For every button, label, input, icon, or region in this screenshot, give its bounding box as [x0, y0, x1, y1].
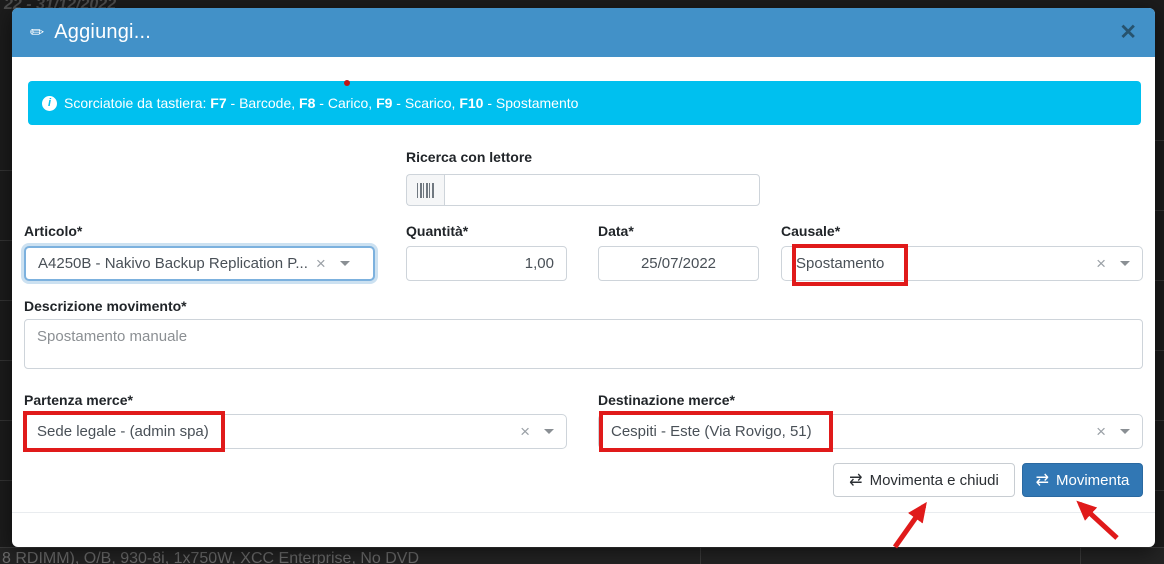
swap-arrows-icon: ⇄ — [1036, 470, 1049, 490]
partenza-value: Sede legale - (admin spa) — [37, 423, 209, 440]
shortcut-key: F7 — [210, 95, 226, 111]
keyboard-shortcuts-banner: i Scorciatoie da tastiera: F7 - Barcode,… — [28, 81, 1141, 125]
barcode-search-input[interactable] — [444, 174, 760, 206]
clear-icon[interactable]: × — [520, 423, 530, 440]
chevron-down-icon — [1120, 429, 1130, 434]
barcode-search-group — [406, 174, 760, 206]
descrizione-label: Descrizione movimento* — [24, 298, 187, 314]
background-row-text: 8 RDIMM), O/B, 930-8i, 1x750W, XCC Enter… — [2, 550, 419, 564]
barcode-search-label: Ricerca con lettore — [406, 149, 532, 165]
shortcut-label: Barcode, — [239, 95, 299, 111]
chevron-down-icon — [1120, 261, 1130, 266]
info-icon: i — [42, 96, 57, 111]
causale-value: Spostamento — [796, 255, 884, 272]
movimenta-e-chiudi-button[interactable]: ⇄ Movimenta e chiudi — [833, 463, 1015, 497]
add-movement-modal: ✏ Aggiungi... ✕ i Scorciatoie da tastier… — [12, 8, 1155, 547]
pencil-icon: ✏ — [30, 23, 44, 43]
shortcut-label: Spostamento — [496, 95, 579, 111]
red-dot-artifact — [344, 80, 350, 86]
background-table-row: 8 RDIMM), O/B, 930-8i, 1x750W, XCC Enter… — [0, 547, 1164, 564]
barcode-addon — [406, 174, 444, 206]
articolo-select[interactable]: A4250B - Nakivo Backup Replication P... … — [24, 246, 375, 281]
chevron-down-icon — [340, 261, 350, 266]
partenza-label: Partenza merce* — [24, 392, 133, 408]
shortcut-key: F8 — [299, 95, 315, 111]
causale-label: Causale* — [781, 223, 840, 239]
causale-select[interactable]: Spostamento × — [781, 246, 1143, 281]
quantita-label: Quantità* — [406, 223, 468, 239]
chevron-down-icon — [544, 429, 554, 434]
movimenta-button[interactable]: ⇄ Movimenta — [1022, 463, 1143, 497]
partenza-select[interactable]: Sede legale - (admin spa) × — [24, 414, 567, 449]
swap-arrows-icon: ⇄ — [849, 470, 862, 490]
descrizione-textarea[interactable]: Spostamento manuale — [24, 319, 1143, 369]
barcode-icon — [417, 183, 435, 198]
articolo-label: Articolo* — [24, 223, 82, 239]
shortcut-key: F10 — [459, 95, 483, 111]
close-icon[interactable]: ✕ — [1119, 22, 1137, 43]
destinazione-label: Destinazione merce* — [598, 392, 735, 408]
destinazione-value: Cespiti - Este (Via Rovigo, 51) — [611, 423, 812, 440]
banner-prefix: Scorciatoie da tastiera: — [64, 95, 210, 111]
footer-divider — [12, 512, 1155, 513]
shortcut-label: Carico, — [328, 95, 376, 111]
clear-icon[interactable]: × — [1096, 423, 1106, 440]
modal-header: ✏ Aggiungi... ✕ — [12, 8, 1155, 57]
clear-icon[interactable]: × — [1096, 255, 1106, 272]
shortcut-label: Scarico, — [405, 95, 459, 111]
data-input[interactable] — [598, 246, 759, 281]
modal-title: Aggiungi... — [54, 21, 151, 44]
shortcut-key: F9 — [376, 95, 392, 111]
data-label: Data* — [598, 223, 634, 239]
destinazione-select[interactable]: Cespiti - Este (Via Rovigo, 51) × — [598, 414, 1143, 449]
clear-icon[interactable]: × — [316, 255, 326, 272]
quantita-input[interactable] — [406, 246, 567, 281]
articolo-value: A4250B - Nakivo Backup Replication P... — [38, 255, 308, 272]
